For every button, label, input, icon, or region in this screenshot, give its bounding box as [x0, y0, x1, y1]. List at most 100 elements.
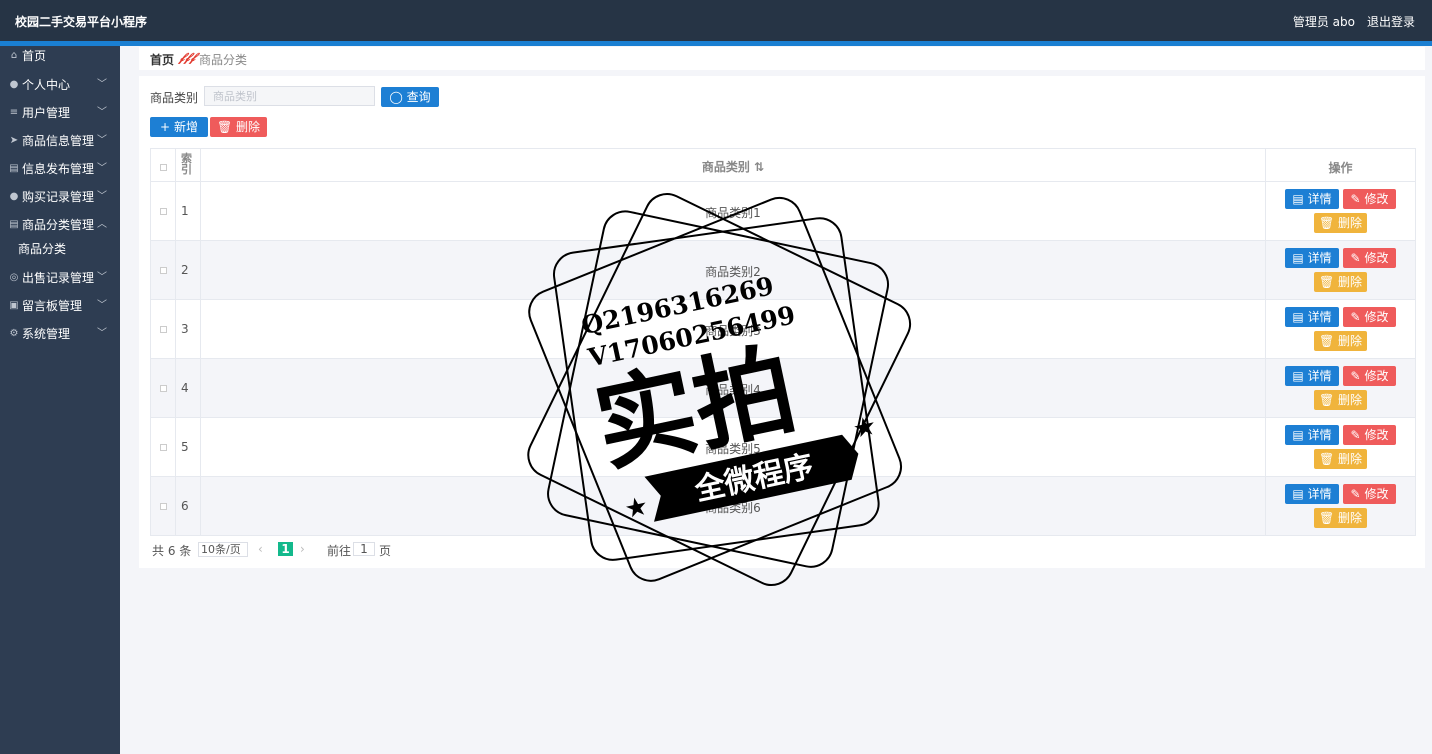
sort-icon: ⇅	[749, 160, 765, 174]
row-delete-label: 删除	[1338, 393, 1363, 407]
logout-link[interactable]: 退出登录	[1367, 13, 1415, 30]
edit-button[interactable]: ✎ 修改	[1343, 366, 1396, 386]
edit-icon: ✎	[1350, 310, 1361, 324]
document-icon: ▤	[1292, 310, 1304, 324]
goto-suffix: 页	[379, 544, 392, 558]
add-button[interactable]: + 新增	[150, 117, 208, 137]
search-icon: ◯	[389, 90, 403, 104]
edit-button-label: 修改	[1364, 251, 1389, 265]
edit-button[interactable]: ✎ 修改	[1343, 484, 1396, 504]
edit-button[interactable]: ✎ 修改	[1343, 307, 1396, 327]
header-actions: 操作	[1328, 161, 1353, 175]
chevron-down-icon: ﹀	[97, 135, 107, 146]
document-icon: ▤	[1292, 487, 1304, 501]
detail-button[interactable]: ▤ 详情	[1285, 425, 1339, 445]
page-number-active[interactable]: 1	[278, 542, 293, 556]
edit-icon: ✎	[1350, 251, 1361, 265]
detail-button-label: 详情	[1307, 428, 1332, 442]
row-checkbox[interactable]	[160, 444, 167, 451]
detail-button-label: 详情	[1307, 310, 1332, 324]
detail-button[interactable]: ▤ 详情	[1285, 248, 1339, 268]
row-index: 2	[181, 263, 189, 277]
goto-page-input[interactable]: 1	[353, 542, 375, 556]
breadcrumb-current: 商品分类	[199, 53, 248, 67]
trash-icon: 🗑	[1318, 452, 1335, 466]
sidebar: ⌂ 首页 ● 个人中心 ﹀ ≡ 用户管理 ﹀ ➤ 商品信息管理 ﹀ ▤ 信息发布…	[0, 46, 120, 754]
edit-button[interactable]: ✎ 修改	[1343, 425, 1396, 445]
breadcrumb: 首页 𝒻𝒻𝒻 商品分类	[139, 47, 1425, 70]
row-delete-button[interactable]: 🗑 删除	[1314, 331, 1367, 351]
chevron-down-icon: ﹀	[97, 163, 107, 174]
search-input[interactable]	[204, 86, 375, 106]
breadcrumb-home[interactable]: 首页	[150, 51, 174, 68]
sidebar-item-message-board[interactable]: ▣ 留言板管理 ﹀	[0, 296, 120, 316]
accent-line	[0, 41, 1432, 46]
search-button[interactable]: ◯ 查询	[381, 87, 439, 107]
sidebar-item-label: 购买记录管理	[22, 190, 95, 204]
header-index: 索引	[181, 152, 192, 176]
row-checkbox[interactable]	[160, 208, 167, 215]
row-index: 3	[181, 322, 189, 336]
document-icon: ▤	[1292, 369, 1304, 383]
table-row: 4 商品类别4 ▤ 详情 ✎ 修改 🗑 删除	[151, 359, 1415, 418]
detail-button[interactable]: ▤ 详情	[1285, 189, 1339, 209]
page-size-select[interactable]: 10条/页	[198, 542, 248, 557]
prev-page-icon[interactable]: ‹	[258, 542, 263, 556]
edit-button-label: 修改	[1364, 428, 1389, 442]
column-divider	[200, 149, 201, 535]
detail-button[interactable]: ▤ 详情	[1285, 484, 1339, 504]
row-category: 商品类别5	[705, 442, 761, 456]
row-delete-label: 删除	[1338, 334, 1363, 348]
trash-icon: 🗑	[1318, 393, 1335, 407]
sidebar-item-system[interactable]: ⚙ 系统管理 ﹀	[0, 324, 120, 344]
sidebar-item-label: 留言板管理	[22, 299, 83, 313]
send-icon: ➤	[9, 135, 19, 146]
chevron-down-icon: ﹀	[97, 300, 107, 311]
row-category: 商品类别3	[705, 324, 761, 338]
document-icon: ▤	[9, 219, 19, 230]
sidebar-item-personal-center[interactable]: ● 个人中心 ﹀	[0, 75, 120, 95]
add-button-label: 新增	[173, 120, 198, 134]
user-icon: ●	[9, 191, 19, 202]
edit-button-label: 修改	[1364, 369, 1389, 383]
sidebar-item-sales-records[interactable]: ◎ 出售记录管理 ﹀	[0, 268, 120, 288]
sidebar-item-user-management[interactable]: ≡ 用户管理 ﹀	[0, 103, 120, 123]
detail-button[interactable]: ▤ 详情	[1285, 307, 1339, 327]
select-all-checkbox[interactable]	[160, 164, 167, 171]
row-delete-button[interactable]: 🗑 删除	[1314, 272, 1367, 292]
row-index: 4	[181, 381, 189, 395]
app-title: 校园二手交易平台小程序	[15, 15, 148, 29]
edit-button-label: 修改	[1364, 487, 1389, 501]
sidebar-item-label: 信息发布管理	[22, 162, 95, 176]
next-page-icon[interactable]: ›	[300, 542, 305, 556]
edit-button[interactable]: ✎ 修改	[1343, 248, 1396, 268]
edit-button[interactable]: ✎ 修改	[1343, 189, 1396, 209]
row-delete-button[interactable]: 🗑 删除	[1314, 390, 1367, 410]
row-checkbox[interactable]	[160, 503, 167, 510]
sidebar-item-purchase-records[interactable]: ● 购买记录管理 ﹀	[0, 187, 120, 207]
row-checkbox[interactable]	[160, 267, 167, 274]
column-divider	[1265, 149, 1266, 535]
sidebar-subitem-category[interactable]: 商品分类	[18, 239, 118, 259]
header-category[interactable]: 商品类别 ⇅	[201, 158, 1265, 175]
sidebar-item-goods-info[interactable]: ➤ 商品信息管理 ﹀	[0, 131, 120, 151]
document-icon: ▤	[1292, 251, 1304, 265]
bulk-delete-button[interactable]: 🗑 删除	[210, 117, 267, 137]
sidebar-item-home[interactable]: ⌂ 首页	[0, 46, 120, 66]
row-delete-button[interactable]: 🗑 删除	[1314, 213, 1367, 233]
sidebar-item-info-publish[interactable]: ▤ 信息发布管理 ﹀	[0, 159, 120, 179]
pagination-total: 共 6 条	[152, 544, 192, 558]
row-delete-button[interactable]: 🗑 删除	[1314, 449, 1367, 469]
detail-button[interactable]: ▤ 详情	[1285, 366, 1339, 386]
sidebar-item-category-management[interactable]: ▤ 商品分类管理 ︿	[0, 215, 120, 235]
edit-icon: ✎	[1350, 428, 1361, 442]
admin-name: 管理员 abo	[1292, 15, 1355, 29]
chevron-down-icon: ﹀	[97, 328, 107, 339]
row-delete-button[interactable]: 🗑 删除	[1314, 508, 1367, 528]
detail-button-label: 详情	[1307, 487, 1332, 501]
trash-icon: 🗑	[1318, 216, 1335, 230]
row-checkbox[interactable]	[160, 326, 167, 333]
row-checkbox[interactable]	[160, 385, 167, 392]
row-category: 商品类别6	[705, 501, 761, 515]
trash-icon: 🗑	[1318, 511, 1335, 525]
